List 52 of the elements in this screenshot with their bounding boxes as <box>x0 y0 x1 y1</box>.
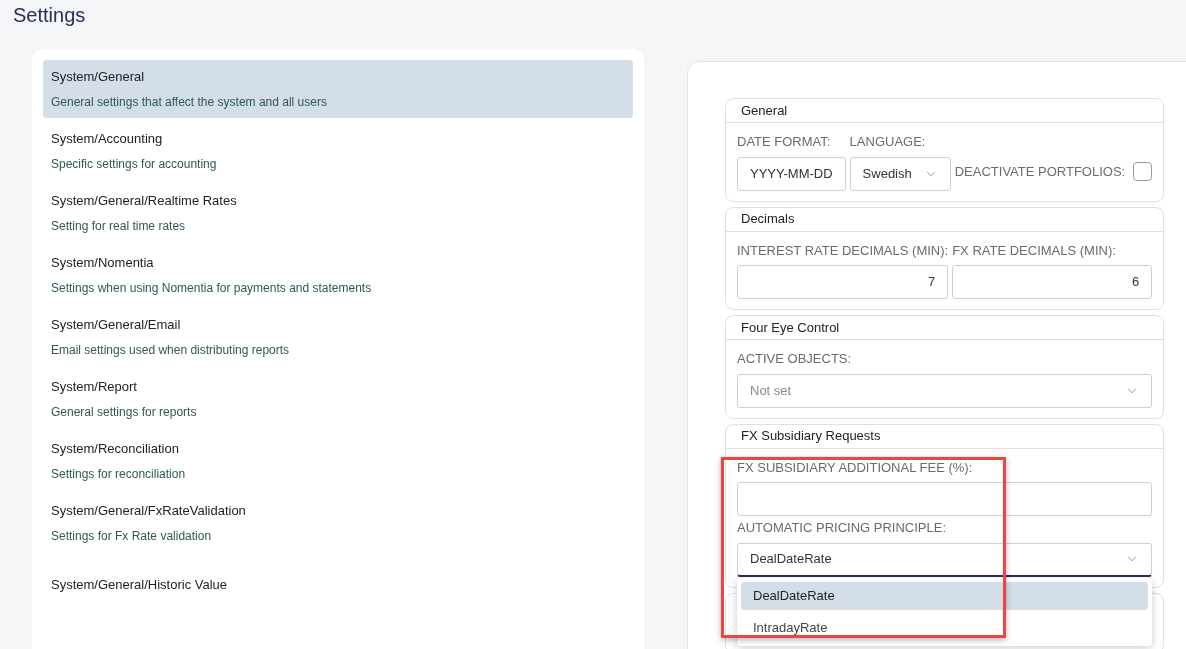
input-field[interactable]: 7 <box>737 265 949 299</box>
category-description: General settings for reports <box>51 403 198 421</box>
select-field[interactable]: Not set <box>737 373 1153 408</box>
category-title: System/Nomentia <box>51 254 155 273</box>
category-description: Setting for real time rates <box>51 217 187 235</box>
section-title: Decimals <box>741 210 795 229</box>
category-item[interactable]: System/General/Realtime Rates Setting for real time rates <box>43 184 633 242</box>
dropdown-option[interactable]: DealDateRate <box>741 581 1149 610</box>
category-item[interactable]: System/General General settings that affect the system and all users <box>43 60 633 118</box>
input-field[interactable] <box>737 482 1153 516</box>
select-value: Swedish <box>862 164 912 183</box>
category-title: System/General/Realtime Rates <box>51 192 238 211</box>
section-title: Four Eye Control <box>741 318 840 337</box>
section-title: FX Subsidiary Requests <box>741 427 881 446</box>
section-title: General <box>741 101 788 120</box>
input-field[interactable]: YYYY-MM-DD <box>737 156 846 191</box>
category-description: Settings for reconciliation <box>51 465 187 483</box>
category-item[interactable]: System/General/Email Email settings used when distributing reports <box>43 308 633 366</box>
select-field[interactable]: DealDateRate <box>737 542 1153 577</box>
category-title: System/General/Email <box>51 316 182 335</box>
select-placeholder: Not set <box>750 381 792 400</box>
select-field[interactable]: Swedish <box>849 156 951 191</box>
field-label: DEACTIVATE PORTFOLIOS: <box>954 162 1126 181</box>
field-label: INTEREST RATE DECIMALS (MIN): <box>737 241 949 260</box>
dropdown-option[interactable]: IntradayRate <box>741 613 1149 642</box>
field-label: DATE FORMAT: <box>737 133 832 151</box>
field-label: FX SUBSIDIARY ADDITIONAL FEE (%): <box>737 458 974 477</box>
category-title: System/Reconciliation <box>51 440 180 459</box>
input-field[interactable]: 6 <box>952 265 1153 299</box>
category-description: Settings when using Nomentia for payments and statements <box>51 279 373 297</box>
field-label: LANGUAGE: <box>849 133 927 151</box>
field-label: FX RATE DECIMALS (MIN): <box>952 241 1117 260</box>
category-title: System/Accounting <box>51 130 164 149</box>
category-title: System/Report <box>51 378 138 397</box>
category-description: General settings that affect the system and all users <box>51 93 328 111</box>
category-item[interactable]: System/General/Historic Value <box>43 556 633 614</box>
category-title: System/General <box>51 68 146 87</box>
category-item[interactable]: System/General/FxRateValidation Settings for Fx Rate validation <box>43 494 633 552</box>
field-label: ACTIVE OBJECTS: <box>737 350 853 368</box>
category-description: Email settings used when distributing reports <box>51 341 291 359</box>
category-title: System/General/FxRateValidation <box>51 502 247 521</box>
category-item[interactable]: System/Nomentia Settings when using Nomentia for payments and statements <box>43 246 633 304</box>
category-description: Settings for Fx Rate validation <box>51 527 213 545</box>
checkbox[interactable] <box>1133 161 1153 181</box>
category-title: System/General/Historic Value <box>51 576 229 595</box>
category-description: Specific settings for accounting <box>51 155 218 173</box>
select-value: DealDateRate <box>750 550 832 569</box>
page-title: Settings <box>13 3 86 28</box>
category-item[interactable]: System/Reconciliation Settings for reconciliation <box>43 432 633 490</box>
field-label: AUTOMATIC PRICING PRINCIPLE: <box>737 519 947 537</box>
category-item[interactable]: System/Report General settings for reports <box>43 370 633 428</box>
category-item[interactable]: System/Accounting Specific settings for accounting <box>43 122 633 180</box>
